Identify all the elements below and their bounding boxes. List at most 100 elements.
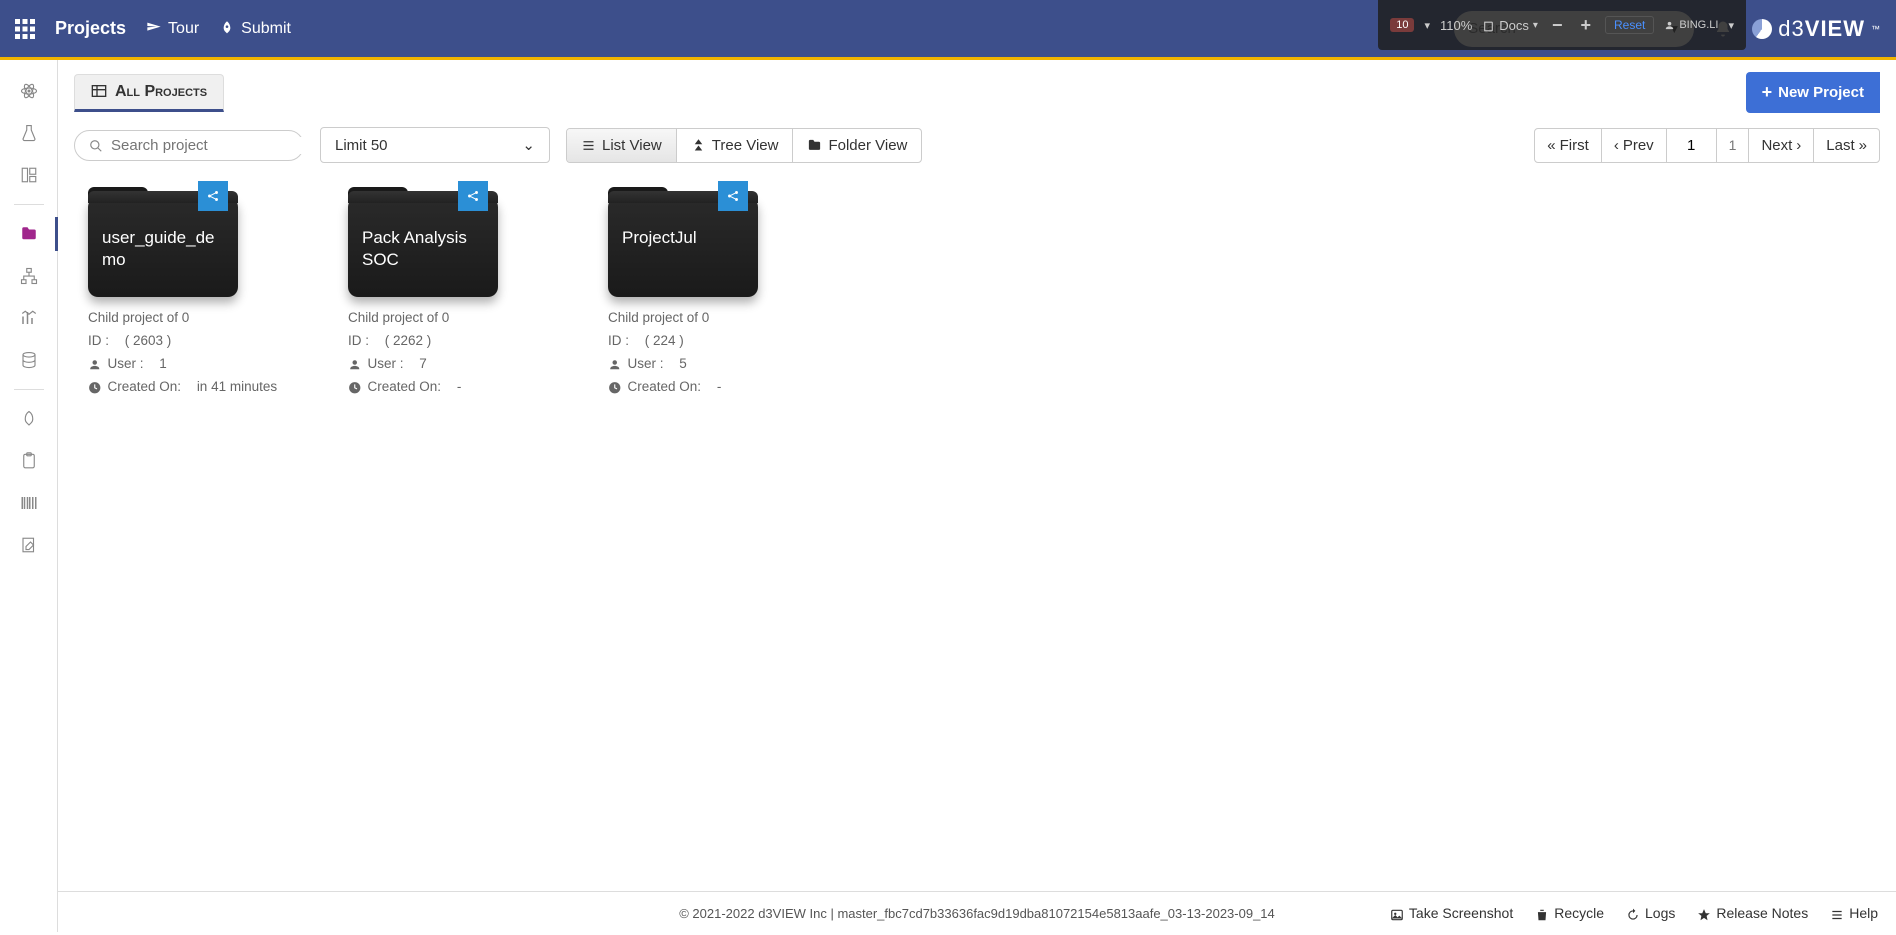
user-count: 7 [419,353,427,376]
search-icon [89,137,103,153]
trash-icon [1535,905,1549,921]
sidebar-item-rocket[interactable] [10,400,48,438]
clock-icon [348,376,362,399]
page-title: Projects [55,18,126,39]
recycle-button[interactable]: Recycle [1535,905,1604,921]
plus-icon: + [1762,82,1773,103]
notification-count-badge: 10 [1390,18,1414,32]
page-input[interactable] [1667,129,1717,162]
next-label: Next [1761,137,1792,154]
sidebar-item-projects[interactable] [10,215,48,253]
project-name: ProjectJul [622,227,744,249]
zoom-reset-button[interactable]: Reset [1605,16,1654,34]
created-label: Created On: [368,376,442,399]
project-name: Pack Analysis SOC [362,227,484,271]
sidebar-item-edit[interactable] [10,526,48,564]
submit-link[interactable]: Submit [219,20,291,38]
help-button[interactable]: Help [1830,905,1878,921]
folder-icon[interactable]: user_guide_demo [88,197,238,297]
next-page-button[interactable]: Next› [1749,129,1814,162]
created-value: - [717,376,722,399]
take-screenshot-button[interactable]: Take Screenshot [1390,905,1513,921]
folder-icon[interactable]: Pack Analysis SOC [348,197,498,297]
sidebar-item-database[interactable] [10,341,48,379]
sidebar-item-barcode[interactable] [10,484,48,522]
tree-icon [691,137,706,154]
folder-view-button[interactable]: Folder View [793,129,921,162]
project-card[interactable]: ProjectJul Child project of 0 ID : ( 224… [608,197,808,399]
id-label: ID : [348,330,369,353]
rocket-icon [219,20,235,38]
created-label: Created On: [108,376,182,399]
last-label: Last [1826,137,1854,154]
screenshot-label: Take Screenshot [1409,905,1513,921]
user-label: User : [368,353,404,376]
share-icon[interactable] [198,181,228,211]
prev-label: Prev [1623,137,1654,154]
user-count: 5 [679,353,687,376]
logs-button[interactable]: Logs [1626,905,1675,921]
tour-link[interactable]: Tour [146,20,199,38]
release-notes-button[interactable]: Release Notes [1697,905,1808,921]
created-label: Created On: [628,376,702,399]
pagination: «First ‹Prev 1 Next› Last» [1534,128,1880,163]
project-card[interactable]: Pack Analysis SOC Child project of 0 ID … [348,197,548,399]
zoom-percent: 110% [1440,18,1472,33]
chevron-down-icon[interactable]: ▾ [1424,19,1430,32]
history-icon [1626,905,1640,921]
footer-bar: © 2021-2022 d3VIEW Inc | master_fbc7cd7b… [58,891,1896,935]
book-icon [1482,17,1495,32]
tree-view-button[interactable]: Tree View [677,129,794,162]
sidebar-item-clipboard[interactable] [10,442,48,480]
zoom-out-button[interactable]: − [1548,15,1567,36]
sidebar-item-flask[interactable] [10,114,48,152]
child-label: Child project of 0 [88,307,189,330]
docs-link[interactable]: Docs ▾ [1482,17,1538,32]
created-value: in 41 minutes [197,376,277,399]
project-meta: Child project of 0 ID : ( 224 ) User : 5… [608,307,808,399]
limit-select[interactable]: Limit 50 ⌄ [320,127,550,163]
user-icon [608,353,622,376]
user-label: User : [628,353,664,376]
zoom-overlay: 10 ▾ 110% Docs ▾ − + Reset BING.LI ▾ [1378,0,1746,50]
share-icon[interactable] [718,181,748,211]
user-menu[interactable]: BING.LI [1664,19,1718,31]
sidebar-item-analytics[interactable] [10,299,48,337]
release-label: Release Notes [1716,905,1808,921]
folder-icon[interactable]: ProjectJul [608,197,758,297]
limit-label: Limit 50 [335,137,388,154]
list-icon [1830,905,1844,921]
user-icon [88,353,102,376]
child-label: Child project of 0 [348,307,449,330]
d3view-logo: d3VIEW ™ [1752,16,1881,42]
project-card[interactable]: user_guide_demo Child project of 0 ID : … [88,197,288,399]
first-page-button[interactable]: «First [1535,129,1602,162]
zoom-in-button[interactable]: + [1576,15,1595,36]
project-id: ( 224 ) [645,330,684,353]
apps-grid-icon[interactable] [15,17,35,40]
folder-view-label: Folder View [828,137,907,154]
list-view-label: List View [602,137,662,154]
prev-page-button[interactable]: ‹Prev [1602,129,1667,162]
id-label: ID : [608,330,629,353]
view-toggle: List View Tree View Folder View [566,128,922,163]
logo-view: VIEW [1805,16,1865,41]
tab-all-projects[interactable]: All Projects [74,74,224,112]
new-project-label: New Project [1778,84,1864,101]
search-project-input[interactable] [111,137,310,154]
clock-icon [88,376,102,399]
sidebar-item-atom[interactable] [10,72,48,110]
sidebar-item-hierarchy[interactable] [10,257,48,295]
tree-view-label: Tree View [712,137,779,154]
new-project-button[interactable]: + New Project [1746,72,1880,113]
search-project-box[interactable] [74,130,304,161]
sidebar-item-layout[interactable] [10,156,48,194]
share-icon[interactable] [458,181,488,211]
user-icon [348,353,362,376]
help-label: Help [1849,905,1878,921]
list-view-button[interactable]: List View [567,129,677,162]
last-page-button[interactable]: Last» [1814,129,1879,162]
chevron-down-icon[interactable]: ▾ [1728,19,1734,32]
logo-pie-icon [1752,19,1772,39]
image-icon [1390,905,1404,921]
